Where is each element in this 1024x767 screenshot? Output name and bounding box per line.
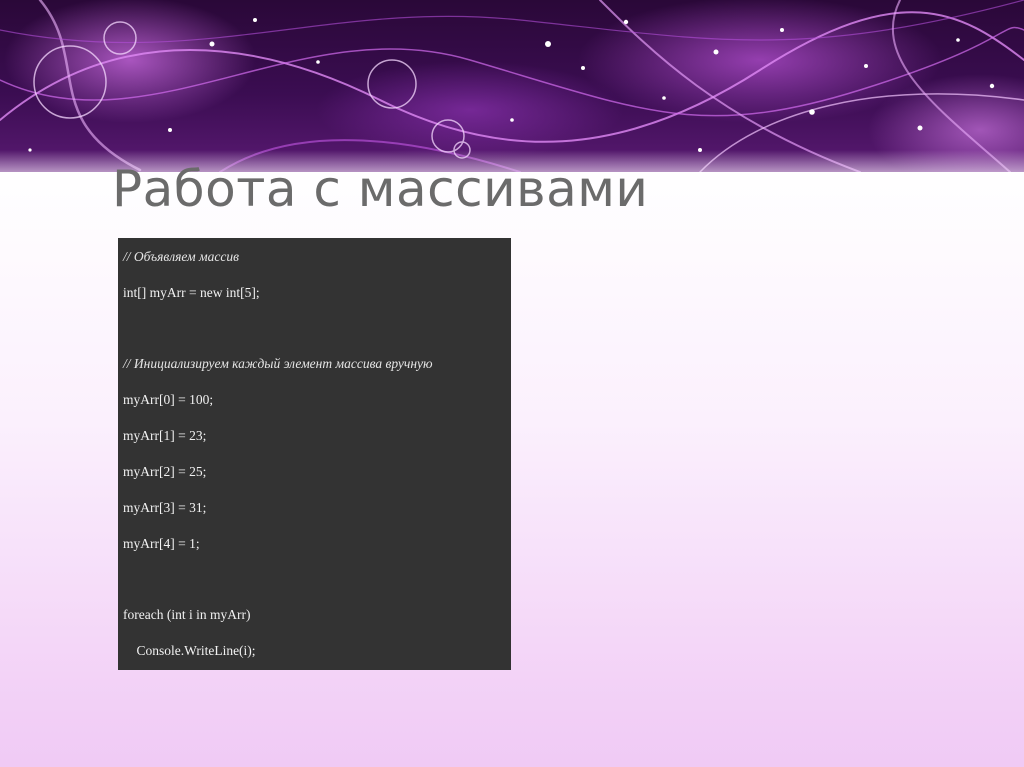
code-line: myArr[0] = 100; xyxy=(123,392,214,407)
code-line: Console.WriteLine(i); xyxy=(123,643,256,658)
code-line: foreach (int i in myArr) xyxy=(123,607,251,622)
code-listing: // Объявляем массив int[] myArr = new int… xyxy=(118,238,511,670)
code-comment-line: // Объявляем массив xyxy=(123,249,239,264)
purple-light-streaks-decoration xyxy=(0,0,1024,172)
code-line: myArr[4] = 1; xyxy=(123,536,200,551)
code-line: myArr[2] = 25; xyxy=(123,464,207,479)
header-banner xyxy=(0,0,1024,172)
code-line: int[] myArr = new int[5]; xyxy=(123,285,260,300)
slide-title: Работа с массивами xyxy=(112,160,649,218)
code-line: myArr[1] = 23; xyxy=(123,428,207,443)
code-line: myArr[3] = 31; xyxy=(123,500,207,515)
code-comment-line: // Инициализируем каждый элемент массива… xyxy=(123,356,433,371)
